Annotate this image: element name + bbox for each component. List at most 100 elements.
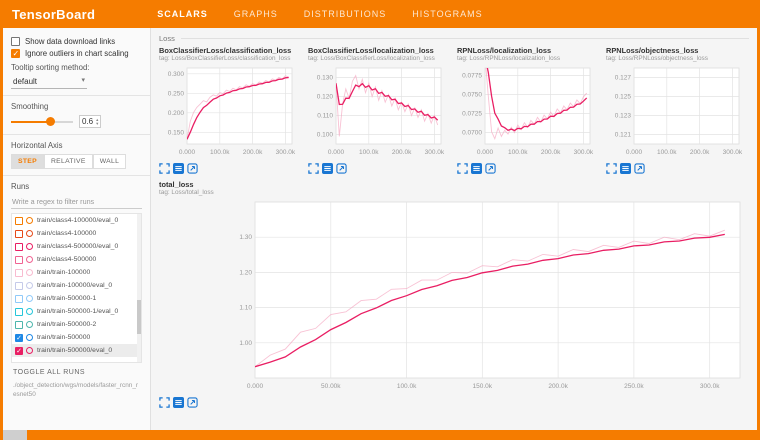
fullscreen-icon[interactable] — [457, 163, 468, 174]
show-download-links-option[interactable]: Show data download links — [11, 37, 142, 46]
run-label: train/class4-100000/eval_0 — [37, 217, 118, 224]
chart-data-icon[interactable] — [173, 397, 184, 408]
chart-card: BoxClassifierLoss/localization_loss tag:… — [308, 46, 451, 174]
run-checkbox[interactable] — [15, 308, 23, 316]
chart-card: RPNLoss/localization_loss tag: Loss/RPNL… — [457, 46, 600, 174]
checkbox-icon[interactable] — [11, 37, 20, 46]
run-checkbox[interactable]: ✓ — [15, 334, 23, 342]
fullscreen-icon[interactable] — [308, 163, 319, 174]
chart-plot[interactable]: 0.1210.1230.1250.1270.000100.0k200.0k300… — [606, 64, 749, 161]
chart-data-icon[interactable] — [471, 163, 482, 174]
axis-relative-button[interactable]: RELATIVE — [44, 154, 93, 169]
svg-text:0.300: 0.300 — [168, 71, 185, 78]
stepper-icon[interactable] — [96, 118, 98, 125]
svg-text:300.0k: 300.0k — [276, 149, 296, 156]
toggle-all-runs-button[interactable]: TOGGLE ALL RUNS — [11, 363, 142, 380]
charts-main: Loss BoxClassifierLoss/classification_lo… — [151, 28, 757, 430]
horizontal-axis-section: Horizontal Axis STEP RELATIVE WALL — [3, 135, 150, 176]
svg-text:200.0k: 200.0k — [541, 149, 561, 156]
tab-graphs[interactable]: GRAPHS — [234, 9, 278, 19]
chart-toolbar — [308, 163, 451, 174]
category-label[interactable]: Loss — [159, 34, 175, 43]
runs-list-scrollbar[interactable] — [137, 214, 141, 362]
run-label: train/class4-500000 — [37, 256, 96, 263]
svg-text:0.125: 0.125 — [615, 94, 632, 101]
run-row[interactable]: ✓ train/train-500000/eval_0 — [12, 344, 141, 357]
horizontal-axis-label: Horizontal Axis — [11, 141, 142, 150]
chart-data-icon[interactable] — [173, 163, 184, 174]
run-row[interactable]: train/train-500000-2 — [12, 318, 141, 331]
svg-text:200.0k: 200.0k — [243, 149, 263, 156]
run-checkbox[interactable] — [15, 243, 23, 251]
chart-title: BoxClassifierLoss/localization_loss — [308, 46, 451, 55]
chart-plot[interactable]: 0.1000.1100.1200.1300.000100.0k200.0k300… — [308, 64, 451, 161]
pin-icon[interactable] — [336, 163, 347, 174]
svg-text:0.150: 0.150 — [168, 129, 185, 136]
scrollbar-thumb[interactable] — [137, 300, 141, 334]
tab-histograms[interactable]: HISTOGRAMS — [412, 9, 482, 19]
svg-text:0.200: 0.200 — [168, 110, 185, 117]
run-label: train/train-500000/eval_0 — [37, 347, 112, 354]
run-row[interactable]: train/train-500000-1/eval_0 — [12, 305, 141, 318]
runs-section: Runs train/class4-100000/eval_0 train/cla… — [3, 176, 150, 430]
chart-plot[interactable]: 0.07000.07250.07500.07750.000100.0k200.0… — [457, 64, 600, 161]
chart-tag: tag: Loss/RPNLoss/objectness_loss — [606, 55, 749, 62]
smoothing-value-input[interactable]: 0.6 — [79, 115, 101, 128]
pin-icon[interactable] — [187, 163, 198, 174]
checkbox-icon[interactable] — [11, 49, 20, 58]
smoothing-slider[interactable] — [11, 117, 73, 127]
chart-tag: tag: Loss/total_loss — [159, 189, 749, 196]
runs-label: Runs — [11, 182, 142, 191]
chart-tag: tag: Loss/BoxClassifierLoss/classificati… — [159, 55, 302, 62]
run-row[interactable]: train/class4-500000 — [12, 253, 141, 266]
run-row[interactable]: ✓train/train-500000 — [12, 331, 141, 344]
svg-text:1.00: 1.00 — [239, 340, 252, 347]
run-color-swatch — [26, 308, 33, 315]
svg-text:100.0k: 100.0k — [508, 149, 528, 156]
pin-icon[interactable] — [634, 163, 645, 174]
run-checkbox[interactable] — [15, 282, 23, 290]
run-row[interactable]: train/train-500000-1 — [12, 292, 141, 305]
run-checkbox[interactable] — [15, 269, 23, 277]
fullscreen-icon[interactable] — [159, 397, 170, 408]
chart-data-icon[interactable] — [620, 163, 631, 174]
chart-plot[interactable]: 1.001.101.201.300.00050.00k100.0k150.0k2… — [159, 198, 749, 395]
run-checkbox[interactable] — [15, 321, 23, 329]
run-color-swatch — [26, 269, 33, 276]
checkbox-label: Ignore outliers in chart scaling — [25, 49, 129, 58]
run-row[interactable]: train/train-100000 — [12, 266, 141, 279]
axis-step-button[interactable]: STEP — [11, 154, 44, 169]
ignore-outliers-option[interactable]: Ignore outliers in chart scaling — [11, 49, 142, 58]
run-row[interactable]: train/class4-100000/eval_0 — [12, 214, 141, 227]
run-color-swatch — [26, 243, 33, 250]
run-checkbox[interactable] — [15, 256, 23, 264]
run-color-swatch — [26, 282, 33, 289]
tab-distributions[interactable]: DISTRIBUTIONS — [304, 9, 387, 19]
run-checkbox[interactable]: ✓ — [15, 347, 23, 355]
run-checkbox[interactable] — [15, 295, 23, 303]
run-color-swatch — [26, 256, 33, 263]
run-checkbox[interactable] — [15, 217, 23, 225]
run-row[interactable]: train/class4-100000 — [12, 227, 141, 240]
run-row[interactable]: train/train-100000/eval_0 — [12, 279, 141, 292]
run-checkbox[interactable] — [15, 230, 23, 238]
run-color-swatch — [26, 321, 33, 328]
slider-thumb[interactable] — [46, 117, 55, 126]
chart-card-total-loss: total_loss tag: Loss/total_loss 1.001.10… — [159, 180, 749, 408]
tab-scalars[interactable]: SCALARS — [157, 9, 208, 19]
run-row[interactable]: train/class4-500000/eval_0 — [12, 240, 141, 253]
chart-tag: tag: Loss/BoxClassifierLoss/localization… — [308, 55, 451, 62]
pin-icon[interactable] — [187, 397, 198, 408]
chart-plot[interactable]: 0.1500.2000.2500.3000.000100.0k200.0k300… — [159, 64, 302, 161]
run-label: train/train-500000-1 — [37, 295, 96, 302]
svg-text:150.0k: 150.0k — [473, 383, 493, 390]
runs-filter-input[interactable] — [11, 195, 142, 209]
chart-data-icon[interactable] — [322, 163, 333, 174]
pin-icon[interactable] — [485, 163, 496, 174]
fullscreen-icon[interactable] — [606, 163, 617, 174]
fullscreen-icon[interactable] — [159, 163, 170, 174]
tooltip-sorting-select[interactable]: default — [11, 76, 87, 89]
chart-toolbar — [606, 163, 749, 174]
axis-wall-button[interactable]: WALL — [93, 154, 126, 169]
app-frame: TensorBoard SCALARS GRAPHS DISTRIBUTIONS… — [0, 0, 760, 440]
